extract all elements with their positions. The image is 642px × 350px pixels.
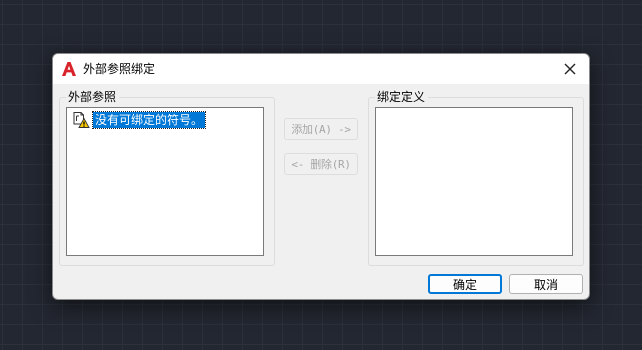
title-bar[interactable]: 外部参照绑定 [53,54,589,84]
bind-definition-list[interactable] [375,107,573,256]
xref-bind-dialog: 外部参照绑定 外部参照 没有可绑定的符号。 添加(A) -> <- 删除(R) … [52,53,590,300]
close-icon [564,60,576,79]
close-button[interactable] [557,58,583,80]
remove-button[interactable]: <- 删除(R) [284,153,358,175]
tree-item[interactable]: 没有可绑定的符号。 [72,111,207,129]
window-title: 外部参照绑定 [83,62,156,76]
xref-warning-icon [72,111,90,129]
xref-tree[interactable]: 没有可绑定的符号。 [66,107,264,256]
xref-group: 外部参照 没有可绑定的符号。 [59,89,275,266]
cancel-button[interactable]: 取消 [509,274,583,294]
tree-item-label: 没有可绑定的符号。 [91,111,207,129]
bind-definition-label: 绑定定义 [375,89,429,105]
xref-group-label: 外部参照 [66,89,120,105]
add-button[interactable]: 添加(A) -> [284,118,358,140]
bind-definition-group: 绑定定义 [368,89,584,266]
ok-button[interactable]: 确定 [428,274,502,294]
autocad-a-icon [61,61,77,77]
